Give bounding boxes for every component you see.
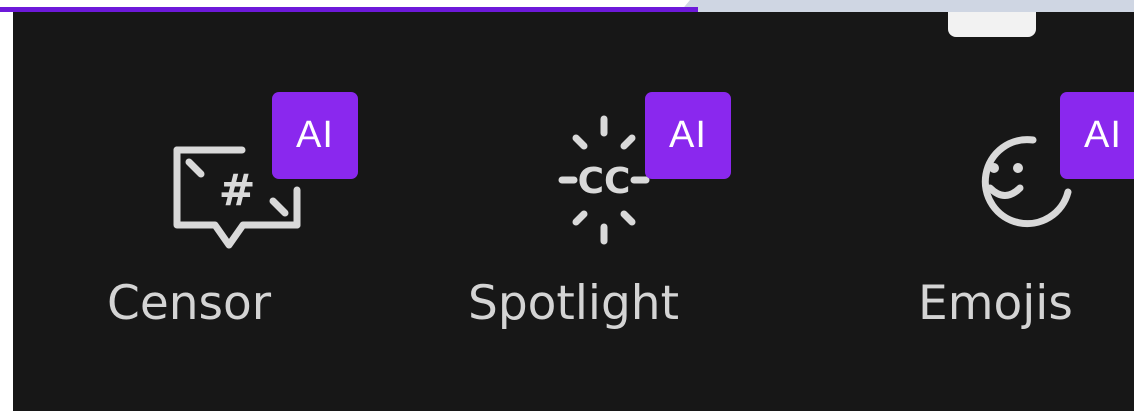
tool-spotlight[interactable]: CC AI Spotlight [468, 80, 748, 350]
tools-panel: # AI Censor CC AI Spotlight AI Emojis [13, 12, 1134, 411]
ai-badge: AI [272, 92, 358, 179]
panel-handle[interactable] [948, 12, 1036, 37]
tool-label: Spotlight [468, 276, 680, 331]
background-shape [679, 0, 1134, 12]
ai-badge: AI [645, 92, 731, 179]
smiley-icon: AI [948, 80, 1134, 260]
svg-text:CC: CC [578, 161, 631, 202]
tool-emojis[interactable]: AI Emojis [918, 80, 1134, 350]
ai-badge: AI [1060, 92, 1134, 179]
editor-screen: # AI Censor CC AI Spotlight AI Emojis [0, 0, 1134, 411]
tool-censor[interactable]: # AI Censor [107, 80, 358, 350]
hashtag-chat-icon: # AI [137, 80, 358, 260]
tool-label: Emojis [918, 276, 1073, 331]
tool-label: Censor [107, 276, 272, 331]
svg-text:#: # [219, 165, 256, 216]
cc-sparkle-icon: CC AI [528, 80, 731, 260]
